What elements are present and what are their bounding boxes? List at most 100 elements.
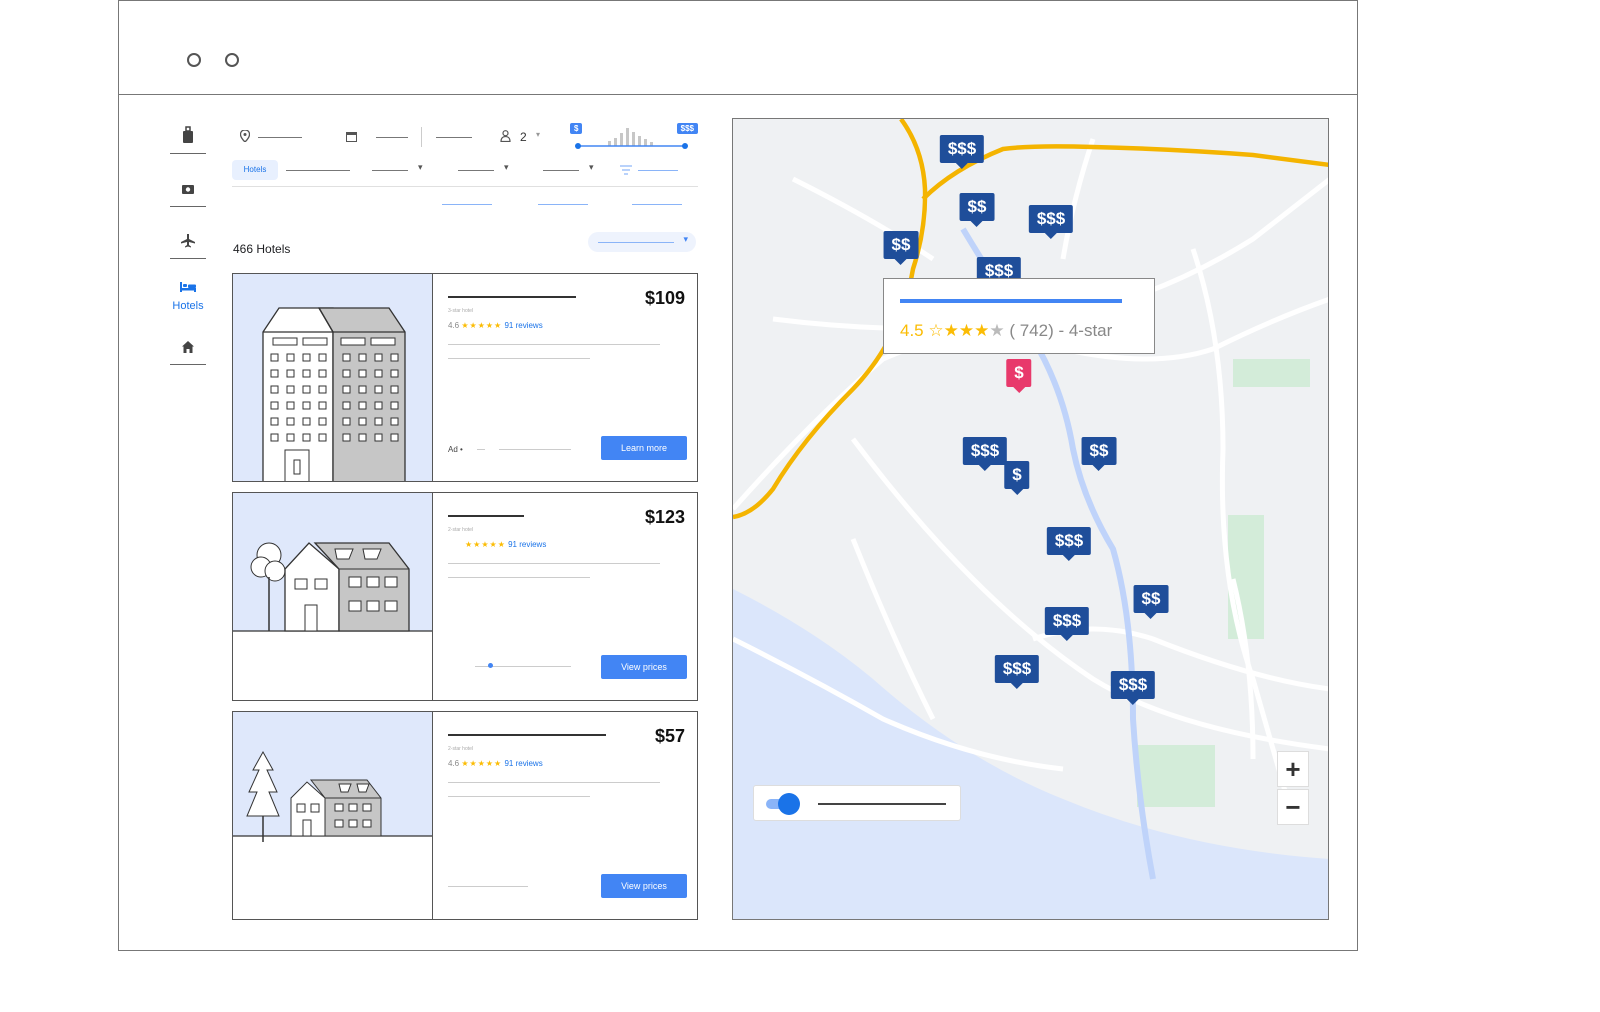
map-price-pin[interactable]: $$ [1081,437,1117,471]
hotel-card[interactable]: $57 2-star hotel 4.6 ★★★★★ 91 reviews Vi… [232,711,698,920]
location-placeholder [258,137,302,138]
check-in-placeholder [376,137,408,138]
sidebar-item-trips[interactable] [166,126,210,154]
hotel-preview-tooltip[interactable]: 4.5 ☆★★★★ ( 742) - 4-star [883,278,1155,354]
hotel-card[interactable]: $123 2-star hotel ★★★★★ 91 reviews View … [232,492,698,701]
toggle-knob[interactable] [778,793,800,815]
map-panel[interactable]: $$$ $$ $$$ $$ $$$ $ $$$ $ $$ $$$ $$ $$$ … [732,118,1329,920]
map-price-pin[interactable]: $$$ [939,135,985,169]
map-price-pin[interactable]: $$$ [1110,671,1156,705]
sidebar-item-label: Hotels [172,300,204,312]
view-prices-button[interactable]: View prices [601,655,687,679]
divider [170,364,206,365]
results-count: 466 Hotels [233,242,291,256]
hotel-name[interactable] [448,296,576,298]
bed-icon [180,282,196,292]
map-price-pin[interactable]: $$ [883,231,919,265]
map-price-pin[interactable]: $$$ [1044,607,1090,641]
airplane-icon [181,234,195,248]
slider-handle-min[interactable] [575,143,581,149]
sidebar-item-explore[interactable] [166,182,210,207]
zoom-in-button[interactable]: + [1277,751,1309,787]
star-rating-icon: ☆★★★ [928,321,990,340]
hotel-image [233,712,433,919]
divider [170,153,206,154]
chevron-down-icon: ▾ [536,130,541,139]
star-rating-icon: ★★★★★ [461,759,503,768]
hotel-name[interactable] [448,734,606,736]
map-price-pin[interactable]: $$$ [962,437,1008,471]
location-field[interactable] [240,124,330,150]
title-bar [119,1,1357,95]
sidebar-item-hotels[interactable]: Hotels [166,280,210,312]
reviews-link[interactable]: 91 reviews [504,759,542,768]
divider [170,206,206,207]
tab-link[interactable] [538,204,588,205]
zoom-out-button[interactable]: − [1277,789,1309,825]
map-price-pin[interactable]: $ [1004,461,1030,495]
check-in-field[interactable] [346,124,416,150]
guests-selector[interactable]: 2 ▾ [498,124,548,150]
check-out-field[interactable] [430,124,480,150]
sidebar-item-vacation-rentals[interactable] [166,340,210,365]
hotel-name[interactable] [448,515,524,517]
calendar-icon [346,132,357,142]
camera-icon [182,185,194,194]
home-icon [182,341,194,353]
hotel-card[interactable]: $109 3-star hotel 4.6 ★★★★★ 91 reviews A… [232,273,698,482]
chevron-down-icon: ▾ [589,162,594,172]
hotel-price: $57 [654,726,685,746]
reviews-link[interactable]: 91 reviews [508,540,546,549]
person-icon [500,130,511,142]
chevron-down-icon: ▾ [683,234,688,244]
guests-count: 2 [520,130,527,144]
sort-dropdown[interactable]: ▾ [588,232,696,252]
window-control-dot[interactable] [187,53,201,67]
chevron-down-icon: ▾ [504,162,509,172]
divider [170,258,206,259]
price-histogram [575,128,688,149]
map-price-pin[interactable]: $$$ [1028,205,1074,239]
divider [421,127,422,147]
hotel-rating: ★★★★★ 91 reviews [465,540,546,549]
hotel-price: $123 [644,507,685,527]
hotel-class: 2-star hotel [448,527,474,533]
divider [232,186,698,187]
hotel-class: 2-star hotel [448,746,474,752]
filter-chip-placeholder[interactable] [286,170,350,171]
search-as-map-moves[interactable] [753,785,961,821]
map-price-pin-selected[interactable]: $ [1006,359,1032,393]
location-pin-icon [240,130,250,142]
filter-chip-hotels[interactable]: Hotels [232,160,278,180]
star-rating-icon: ★★★★★ [465,540,506,549]
map-price-pin[interactable]: $$$ [1046,527,1092,561]
sidebar-item-flights[interactable] [166,234,210,259]
tab-link[interactable] [442,204,492,205]
hotel-price: $109 [644,288,685,308]
map-price-pin[interactable]: $$ [959,193,995,227]
tab-link[interactable] [632,204,682,205]
price-range-slider[interactable]: $ $$$ [570,122,698,152]
filter-dropdown[interactable]: ▾ [458,162,514,177]
hotel-class: 3-star hotel [448,308,474,314]
map-price-pin[interactable]: $$$ [994,655,1040,689]
learn-more-button[interactable]: Learn more [601,436,687,460]
all-filters-button[interactable] [620,164,684,178]
tooltip-title-placeholder [900,299,1122,303]
hotel-rating: 4.6 ★★★★★ 91 reviews [448,321,543,330]
suitcase-icon [183,126,193,143]
window-control-dot[interactable] [225,53,239,67]
slider-handle-max[interactable] [682,143,688,149]
view-prices-button[interactable]: View prices [601,874,687,898]
filter-dropdown[interactable]: ▾ [543,162,599,177]
filter-dropdown[interactable]: ▾ [372,162,428,177]
chevron-down-icon: ▾ [418,162,423,172]
hotel-image [233,274,433,481]
toggle-label-placeholder [818,803,946,805]
reviews-link[interactable]: 91 reviews [504,321,542,330]
hotel-rating: 4.6 ★★★★★ 91 reviews [448,759,543,768]
tooltip-rating: 4.5 ☆★★★★ ( 742) - 4-star [900,321,1113,340]
star-rating-icon: ★★★★★ [461,321,503,330]
map-price-pin[interactable]: $$ [1133,585,1169,619]
hotel-image [233,493,433,700]
